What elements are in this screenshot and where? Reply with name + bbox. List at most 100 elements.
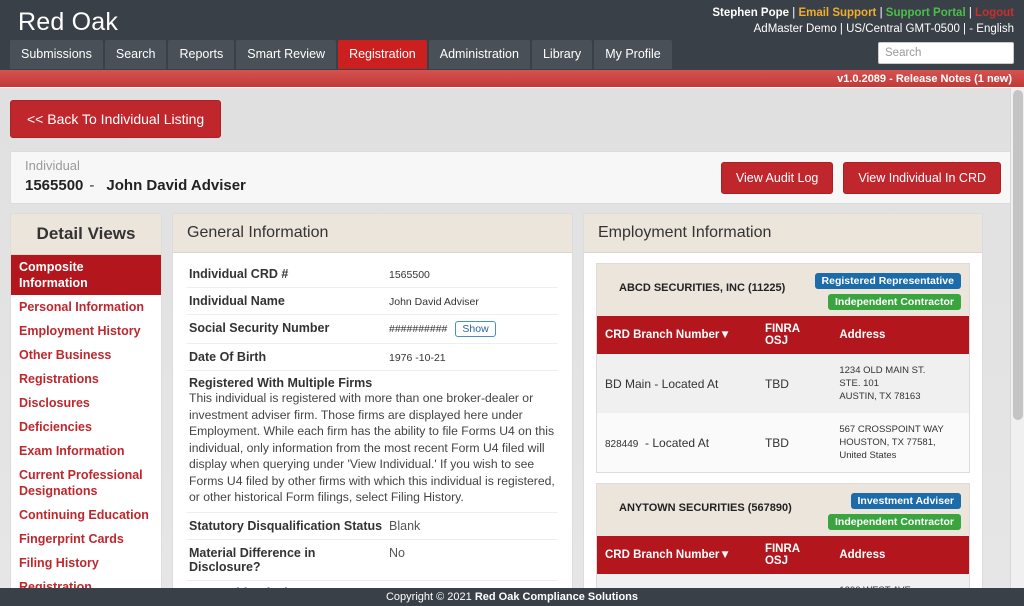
sidebar-item-fingerprint-cards[interactable]: Fingerprint Cards <box>11 527 161 551</box>
copyright-text: Copyright © 2021 <box>385 591 475 603</box>
detail-views-column: Detail Views Composite Information Perso… <box>10 213 162 588</box>
show-ssn-button[interactable]: Show <box>455 321 496 337</box>
version-bar: v1.0.2089 - Release Notes (1 new) <box>0 70 1024 88</box>
field-label: Individual CRD # <box>189 267 289 281</box>
sidebar-item-current-professional-designations[interactable]: Current Professional Designations <box>11 463 161 503</box>
firm-badges: Investment Adviser Independent Contracto… <box>827 491 961 533</box>
firm-block: ABCD SECURITIES, INC (11225) Registered … <box>596 263 970 473</box>
logout-link[interactable]: Logout <box>975 7 1014 19</box>
registered-with-multiple-firms-block: Registered With Multiple Firms This indi… <box>187 371 558 513</box>
view-individual-in-crd-button[interactable]: View Individual In CRD <box>843 162 1001 194</box>
nav-tab-my-profile[interactable]: My Profile <box>594 40 672 69</box>
field-value: John David Adviser <box>389 296 479 308</box>
field-label: Date Of Birth <box>189 350 267 364</box>
cell-branch-number: IA Main - Located At <box>597 574 757 588</box>
sidebar-item-deficiencies[interactable]: Deficiencies <box>11 415 161 439</box>
table-row: 828449 - Located At TBD 567 CROSSPOINT W… <box>597 413 969 472</box>
firm-block: ANYTOWN SECURITIES (567890) Investment A… <box>596 483 970 588</box>
support-portal-link[interactable]: Support Portal <box>886 7 966 19</box>
field-value-masked: ########## Show <box>389 321 556 337</box>
column-header-crd-branch-number[interactable]: CRD Branch Number▼ <box>597 316 757 354</box>
firm-header: ANYTOWN SECURITIES (567890) Investment A… <box>597 484 969 536</box>
column-header-crd-branch-number[interactable]: CRD Branch Number▼ <box>597 536 757 574</box>
version-number: v1.0.2089 <box>837 73 887 85</box>
page-vertical-scrollbar[interactable] <box>1010 88 1024 588</box>
table-header-row: CRD Branch Number▼ FINRA OSJ Address <box>597 536 969 574</box>
sort-descending-icon[interactable]: ▼ <box>719 329 730 341</box>
sidebar-item-continuing-education[interactable]: Continuing Education <box>11 503 161 527</box>
field-label: Social Security Number <box>189 321 330 335</box>
field-label: Statutory Disqualification Status <box>189 518 383 533</box>
field-value: No <box>389 545 405 560</box>
employment-information-column: Employment Information ABCD SECURITIES, … <box>583 213 983 588</box>
detail-views-list: Composite Information Personal Informati… <box>11 255 161 588</box>
nav-tab-search[interactable]: Search <box>104 40 167 69</box>
cell-finra-osj: TBD <box>756 574 832 588</box>
field-value: 1565500 <box>389 269 430 281</box>
table-row: BD Main - Located At TBD 1234 OLD MAIN S… <box>597 354 969 413</box>
version-separator: - <box>889 73 893 85</box>
sort-descending-icon[interactable]: ▼ <box>719 549 730 561</box>
nav-tab-registration[interactable]: Registration <box>338 40 427 69</box>
field-row-statutory-disqualification: Statutory Disqualification Status Blank <box>187 513 558 540</box>
cell-address: 567 CROSSPOINT WAY HOUSTON, TX 77581, Un… <box>831 413 969 472</box>
company-name: Red Oak Compliance Solutions <box>474 591 639 603</box>
field-row-date-of-birth: Date Of Birth 1976 -10-21 <box>187 344 558 371</box>
individual-name: John David Adviser <box>106 177 246 194</box>
account-info: Stephen Pope | Email Support | Support P… <box>712 7 1014 35</box>
view-audit-log-button[interactable]: View Audit Log <box>720 162 834 194</box>
content-columns: Detail Views Composite Information Perso… <box>0 204 1024 588</box>
sidebar-item-registration-comments[interactable]: Registration Comments <box>11 575 161 588</box>
field-row-reportable-disclosures: Reportable Disclosures? Yes <box>187 581 558 589</box>
branch-table: CRD Branch Number▼ FINRA OSJ Address IA … <box>597 536 969 588</box>
email-support-link[interactable]: Email Support <box>798 7 876 19</box>
cell-address: 1234 OLD MAIN ST. STE. 101 AUSTIN, TX 78… <box>831 354 969 413</box>
nav-tab-administration[interactable]: Administration <box>428 40 530 69</box>
scrollbar-thumb[interactable] <box>1013 90 1023 420</box>
general-information-title: General Information <box>173 214 572 253</box>
account-context: AdMaster Demo | US/Central GMT-0500 | - … <box>753 23 1014 35</box>
status-badge-independent-contractor: Independent Contractor <box>827 514 961 530</box>
individual-summary-panel: Individual 1565500- John David Adviser Vi… <box>10 151 1014 204</box>
multiple-firms-text: This individual is registered with more … <box>189 391 555 504</box>
sidebar-item-exam-information[interactable]: Exam Information <box>11 439 161 463</box>
user-name: Stephen Pope <box>712 7 790 19</box>
branch-table: CRD Branch Number▼ FINRA OSJ Address BD … <box>597 316 969 472</box>
application-window: Red Oak Stephen Pope | Email Support | S… <box>0 0 1024 606</box>
sidebar-item-personal-information[interactable]: Personal Information <box>11 295 161 319</box>
global-search-input[interactable] <box>878 42 1014 64</box>
ssn-masked-value: ########## <box>389 323 448 335</box>
field-row-individual-name: Individual Name John David Adviser <box>187 288 558 315</box>
release-notes-link[interactable]: Release Notes (1 new) <box>896 73 1012 85</box>
sidebar-item-registrations[interactable]: Registrations <box>11 367 161 391</box>
sidebar-item-filing-history[interactable]: Filing History <box>11 551 161 575</box>
individual-crd-number: 1565500 <box>25 177 84 194</box>
sidebar-item-other-business[interactable]: Other Business <box>11 343 161 367</box>
field-row-social-security-number: Social Security Number ########## Show <box>187 315 558 344</box>
nav-tab-submissions[interactable]: Submissions <box>10 40 103 69</box>
sidebar-item-disclosures[interactable]: Disclosures <box>11 391 161 415</box>
field-value: 1976 -10-21 <box>389 352 446 364</box>
column-header-finra-osj[interactable]: FINRA OSJ <box>756 316 832 354</box>
sidebar-item-composite-information[interactable]: Composite Information <box>11 255 161 295</box>
column-header-address[interactable]: Address <box>831 316 969 354</box>
table-row: IA Main - Located At TBD 1200 WEST AVE. … <box>597 574 969 588</box>
individual-identity: 1565500- John David Adviser <box>25 177 246 194</box>
nav-tab-smart-review[interactable]: Smart Review <box>236 40 337 69</box>
employment-information-body: ABCD SECURITIES, INC (11225) Registered … <box>584 253 982 588</box>
back-to-individual-listing-button[interactable]: << Back To Individual Listing <box>10 100 222 138</box>
individual-section-label: Individual <box>25 158 80 173</box>
table-header-row: CRD Branch Number▼ FINRA OSJ Address <box>597 316 969 354</box>
page-content: << Back To Individual Listing Individual… <box>0 88 1024 588</box>
nav-tab-library[interactable]: Library <box>531 40 593 69</box>
column-header-finra-osj[interactable]: FINRA OSJ <box>756 536 832 574</box>
employment-information-card: Employment Information ABCD SECURITIES, … <box>583 213 983 588</box>
status-badge-investment-adviser: Investment Adviser <box>850 493 961 509</box>
field-value: Blank <box>389 518 421 533</box>
nav-tab-reports[interactable]: Reports <box>168 40 235 69</box>
cell-branch-number: BD Main - Located At <box>597 354 757 413</box>
field-row-material-difference: Material Difference in Disclosure? No <box>187 540 558 581</box>
sidebar-item-employment-history[interactable]: Employment History <box>11 319 161 343</box>
firm-header: ABCD SECURITIES, INC (11225) Registered … <box>597 264 969 316</box>
column-header-address[interactable]: Address <box>831 536 969 574</box>
